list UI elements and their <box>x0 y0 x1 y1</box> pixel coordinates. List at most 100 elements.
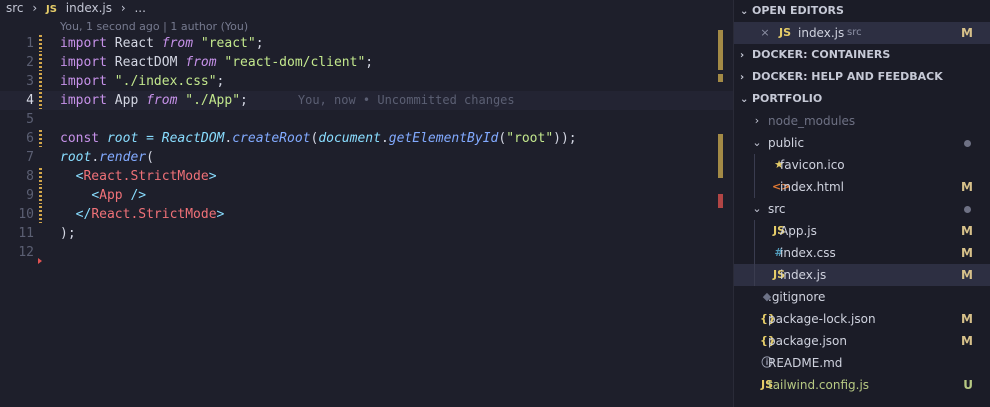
code-token: React.StrictMode <box>83 169 209 184</box>
chevron-right-icon: › <box>32 1 38 15</box>
indent-guide <box>754 154 755 198</box>
code-token: = <box>146 131 154 146</box>
code-line[interactable]: 3 import "./index.css"; <box>0 72 733 91</box>
file-tree: › node_modules ⌄ public ★ favicon.ico <> index.… <box>734 110 990 396</box>
section-docker-containers[interactable]: › DOCKER: CONTAINERS <box>734 44 990 66</box>
editor-pane[interactable]: src › JS index.js › ... You, 1 second ag… <box>0 0 733 407</box>
code-token: "react" <box>200 36 256 51</box>
code-token: < <box>91 188 100 203</box>
git-status: M <box>961 268 973 282</box>
code-token: )); <box>553 131 577 146</box>
code-text: const root = ReactDOM. createRoot (documen… <box>60 129 577 148</box>
tree-item-readme-md[interactable]: ⓘ README.md <box>734 352 990 374</box>
code-line[interactable]: 7 root.render( <box>0 148 733 167</box>
tree-item-index-js[interactable]: JS index.js M <box>734 264 990 286</box>
close-icon[interactable]: × <box>758 22 772 44</box>
code-token: createRoot <box>232 131 311 146</box>
code-line[interactable]: 10 </React.StrictMode> <box>0 205 733 224</box>
codelens-blame[interactable]: You, 1 second ago | 1 author (You) <box>60 20 248 33</box>
code-token: render <box>99 150 147 165</box>
tree-item-label: index.html <box>780 180 844 194</box>
git-modified-marker[interactable] <box>39 73 42 90</box>
open-editor-name: index.js <box>798 26 845 40</box>
tree-item-src[interactable]: ⌄ src <box>734 198 990 220</box>
js-file-icon: JS <box>46 4 57 15</box>
tree-item-label: index.css <box>780 246 836 260</box>
code-line[interactable]: 1 import React from "react"; <box>0 34 733 53</box>
chevron-right-icon: › <box>754 114 760 127</box>
code-token: document <box>318 131 381 146</box>
git-modified-marker[interactable] <box>39 35 42 52</box>
tree-item-label: App.js <box>780 224 817 238</box>
git-modified-marker[interactable] <box>39 130 42 147</box>
git-modified-marker[interactable] <box>39 54 42 71</box>
git-status: U <box>963 378 973 392</box>
line-number: 11 <box>18 226 34 241</box>
tree-item-label: src <box>768 202 786 216</box>
section-docker-help[interactable]: › DOCKER: HELP AND FEEDBACK <box>734 66 990 88</box>
section-portfolio[interactable]: ⌄ PORTFOLIO <box>734 88 990 110</box>
code-line[interactable]: 8 <React.StrictMode> <box>0 167 733 186</box>
code-token: const <box>60 131 100 146</box>
tree-item-label: favicon.ico <box>780 158 845 172</box>
tree-item-index-css[interactable]: # index.css M <box>734 242 990 264</box>
git-modified-marker[interactable] <box>39 168 42 185</box>
git-status: M <box>961 26 973 40</box>
code-line[interactable]: 11); <box>0 224 733 243</box>
code-line[interactable]: 12 <box>0 243 733 264</box>
git-modified-marker[interactable] <box>39 206 42 223</box>
code-line[interactable]: 2 import ReactDOM from "react-dom/client"… <box>0 53 733 72</box>
code-text: import React from "react"; <box>60 34 264 53</box>
code-token: React <box>106 36 162 51</box>
tree-item-gitignore[interactable]: ◆ .gitignore <box>734 286 990 308</box>
tree-item-public[interactable]: ⌄ public <box>734 132 990 154</box>
git-status: M <box>961 334 973 348</box>
tree-item-package-lock-json[interactable]: {} package-lock.json M <box>734 308 990 330</box>
line-number: 2 <box>26 55 34 70</box>
code-line[interactable]: 9 <App /> <box>0 186 733 205</box>
tree-item-app-js[interactable]: JS App.js M <box>734 220 990 242</box>
section-open-editors[interactable]: ⌄ OPEN EDITORS <box>734 0 990 22</box>
code-area[interactable]: 1 import React from "react"; 2 import React… <box>0 34 733 264</box>
breadcrumb-file[interactable]: index.js <box>66 1 112 15</box>
breadcrumb-folder[interactable]: src <box>6 1 24 15</box>
ruler-mark <box>718 30 723 70</box>
tree-item-package-json[interactable]: {} package.json M <box>734 330 990 352</box>
code-text: <App /> <box>60 186 146 205</box>
line-number: 1 <box>26 36 34 51</box>
git-status: M <box>961 312 973 326</box>
git-modified-marker[interactable] <box>39 92 42 109</box>
git-status: M <box>961 224 973 238</box>
code-text: import ReactDOM from "react-dom/client"; <box>60 53 373 72</box>
tree-item-label: tailwind.config.js <box>768 378 870 392</box>
git-deleted-marker[interactable] <box>38 258 42 264</box>
chevron-right-icon: › <box>740 50 745 61</box>
code-token: ; <box>365 55 374 70</box>
tree-item-node-modules[interactable]: › node_modules <box>734 110 990 132</box>
code-token: </ <box>75 207 92 222</box>
code-token: ; <box>255 36 264 51</box>
line-number: 8 <box>26 169 34 184</box>
tree-item-tailwind-config-js[interactable]: JS tailwind.config.js U <box>734 374 990 396</box>
line-number: 7 <box>26 150 34 165</box>
code-token: ( <box>498 131 507 146</box>
code-text: ); <box>60 224 76 243</box>
code-line[interactable]: 4 import App from "./App"; You, now • Unco… <box>0 91 733 110</box>
git-modified-marker[interactable] <box>39 187 42 204</box>
line-number: 10 <box>18 207 34 222</box>
open-editor-item[interactable]: × JS index.js src M <box>734 22 990 44</box>
code-line[interactable]: 6 const root = ReactDOM. createRoot (docume… <box>0 129 733 148</box>
code-text: <React.StrictMode> <box>60 167 217 186</box>
code-line[interactable]: 5 <box>0 110 733 129</box>
git-status: M <box>961 246 973 260</box>
tree-item-index-html[interactable]: <> index.html M <box>734 176 990 198</box>
chevron-right-icon: › <box>120 1 126 15</box>
overview-ruler[interactable] <box>718 30 723 210</box>
tree-item-favicon-ico[interactable]: ★ favicon.ico <box>734 154 990 176</box>
breadcrumb-rest[interactable]: ... <box>134 1 145 15</box>
code-token: "react-dom/client" <box>224 55 366 70</box>
code-token: App <box>106 93 147 108</box>
